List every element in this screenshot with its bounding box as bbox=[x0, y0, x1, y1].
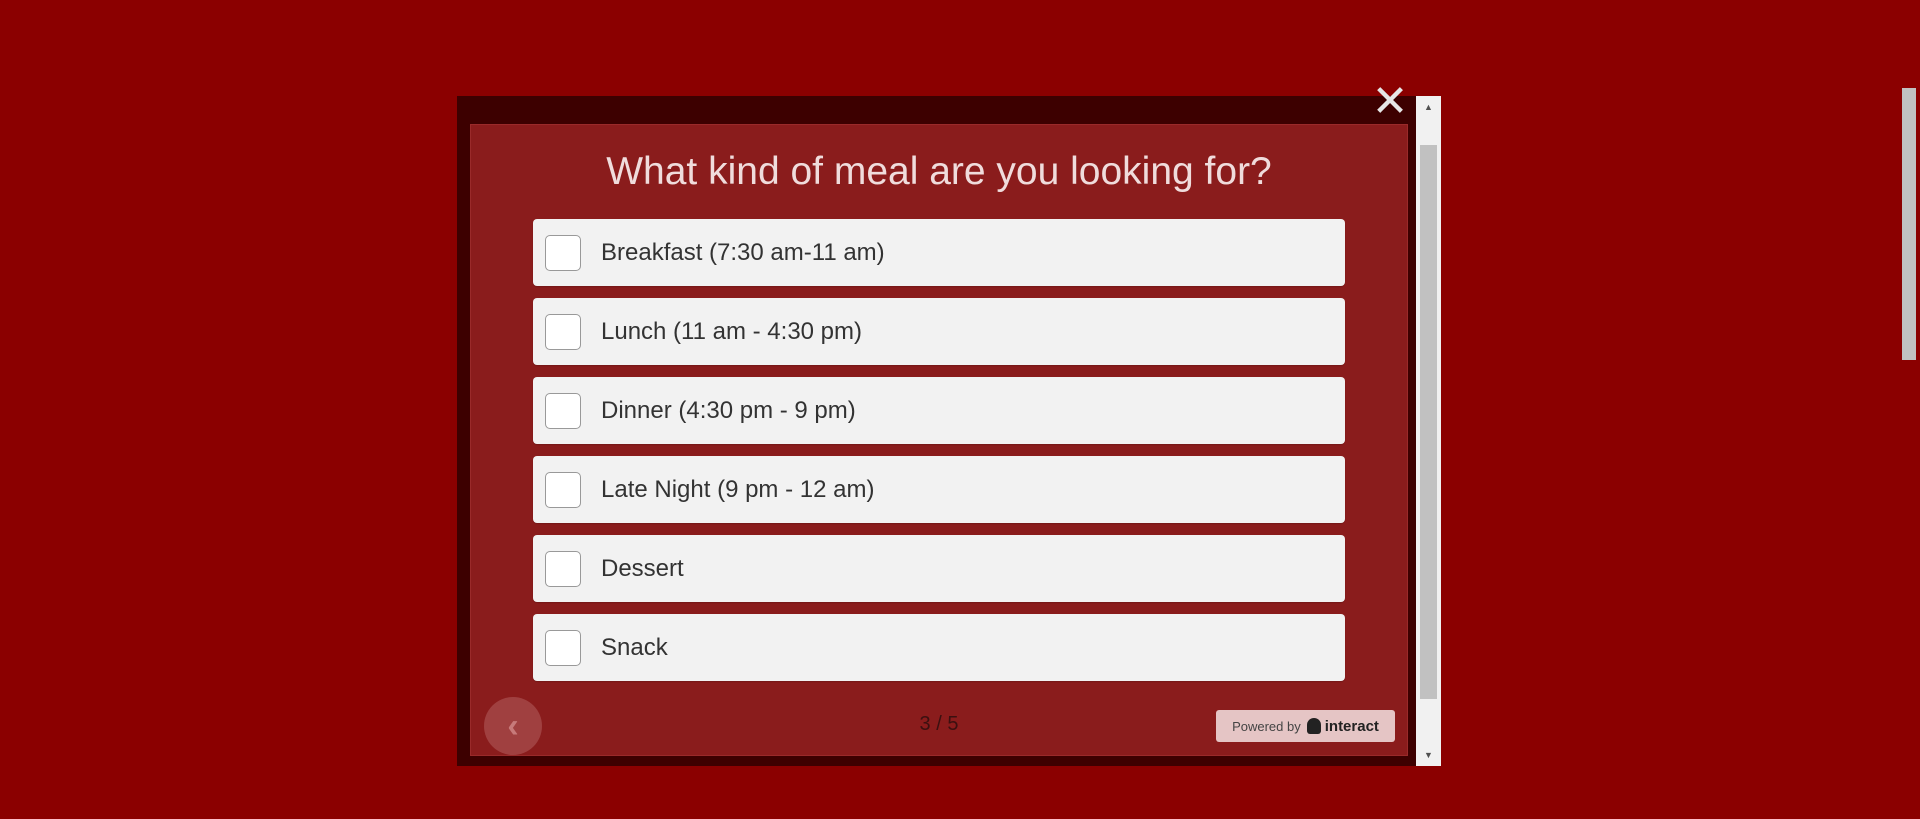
answer-label: Late Night (9 pm - 12 am) bbox=[601, 475, 875, 503]
scroll-up-arrow-icon[interactable]: ▲ bbox=[1416, 97, 1441, 117]
answer-option-dinner[interactable]: Dinner (4:30 pm - 9 pm) bbox=[533, 377, 1345, 444]
checkbox[interactable] bbox=[545, 629, 581, 666]
progress-indicator: 3 / 5 bbox=[919, 713, 959, 735]
brand-name: interact bbox=[1324, 717, 1379, 735]
answer-option-late-night[interactable]: Late Night (9 pm - 12 am) bbox=[533, 456, 1345, 523]
answer-list: Breakfast (7:30 am-11 am) Lunch (11 am -… bbox=[533, 219, 1345, 693]
answer-label: Breakfast (7:30 am-11 am) bbox=[601, 238, 885, 266]
checkbox[interactable] bbox=[545, 550, 581, 587]
checkbox[interactable] bbox=[545, 313, 581, 350]
chevron-left-icon: ‹ bbox=[507, 706, 519, 745]
close-icon[interactable]: ✕ bbox=[1370, 80, 1410, 124]
page-scrollbar-thumb[interactable] bbox=[1902, 88, 1916, 360]
answer-label: Lunch (11 am - 4:30 pm) bbox=[601, 317, 863, 345]
answer-option-breakfast[interactable]: Breakfast (7:30 am-11 am) bbox=[533, 219, 1345, 286]
checkbox[interactable] bbox=[545, 471, 581, 508]
powered-by-badge[interactable]: Powered by interact bbox=[1216, 710, 1395, 742]
answer-option-dessert[interactable]: Dessert bbox=[533, 535, 1345, 602]
previous-button[interactable]: ‹ bbox=[484, 697, 542, 755]
answer-option-lunch[interactable]: Lunch (11 am - 4:30 pm) bbox=[533, 298, 1345, 365]
modal-scrollbar-thumb[interactable] bbox=[1420, 145, 1437, 699]
checkbox[interactable] bbox=[545, 392, 581, 429]
answer-label: Dinner (4:30 pm - 9 pm) bbox=[601, 396, 856, 424]
interact-logo-icon bbox=[1306, 718, 1321, 734]
question-title: What kind of meal are you looking for? bbox=[606, 150, 1272, 193]
answer-label: Dessert bbox=[601, 554, 684, 582]
scroll-down-arrow-icon[interactable]: ▼ bbox=[1416, 745, 1441, 765]
powered-by-label: Powered by bbox=[1232, 718, 1301, 734]
answer-option-snack[interactable]: Snack bbox=[533, 614, 1345, 681]
answer-label: Snack bbox=[601, 633, 668, 661]
checkbox[interactable] bbox=[545, 234, 581, 271]
